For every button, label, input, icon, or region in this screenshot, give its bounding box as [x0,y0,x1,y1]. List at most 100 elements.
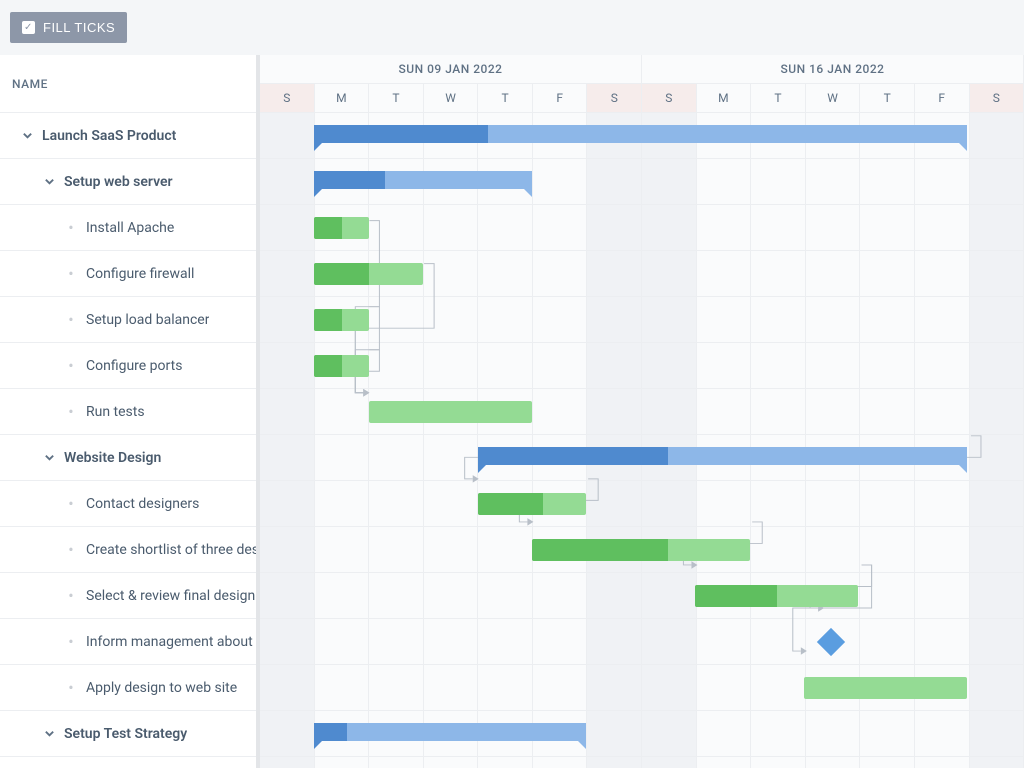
task-bar[interactable] [369,401,532,423]
task-label: Setup load balancer [86,312,209,328]
task-tree[interactable]: Launch SaaS Product Setup web server • Inst… [0,113,256,768]
check-icon: ✓ [22,21,35,34]
day-header-cell: W [424,84,479,113]
bullet-icon: • [62,404,80,420]
bullet-icon: • [62,680,80,696]
task-label: Setup Test Strategy [64,726,187,742]
progress-fill [695,585,777,607]
summary-bar[interactable] [478,447,968,465]
bullet-icon: • [62,496,80,512]
progress-fill [314,723,347,741]
week-header-cell: SUN 16 JAN 2022 [642,55,1024,84]
tree-row[interactable]: Setup web server [0,159,256,205]
tree-row[interactable]: •Select & review final design [0,573,256,619]
bullet-icon: • [62,634,80,650]
chevron-down-icon[interactable] [40,173,58,191]
task-label: Apply design to web site [86,680,237,696]
tree-row[interactable]: • Apply design to web site [0,665,256,711]
bar-row [260,251,1024,297]
task-label: Setup web server [64,174,173,190]
column-name-header: NAME [12,77,48,91]
fill-ticks-label: FILL TICKS [43,20,115,35]
task-label: Create shortlist of three designers [86,542,256,558]
day-header-cell: T [478,84,533,113]
progress-fill [478,447,668,465]
summary-bar[interactable] [314,171,532,189]
bar-row [260,205,1024,251]
bullet-icon: • [62,588,80,604]
summary-bar[interactable] [314,723,586,741]
day-header-cell: T [751,84,806,113]
progress-fill [314,263,368,285]
timeline-panel[interactable]: SUN 09 JAN 2022SUN 16 JAN 2022 SMTWTFSSM… [260,55,1024,768]
task-label: Configure firewall [86,266,194,282]
day-header-cell: S [970,84,1024,113]
tree-row[interactable]: • Configure ports [0,343,256,389]
progress-fill [314,171,385,189]
task-bar[interactable] [314,217,368,239]
bar-row [260,619,1024,665]
day-header-cell: M [697,84,752,113]
fill-ticks-button[interactable]: ✓ FILL TICKS [10,12,127,43]
bar-row [260,435,1024,481]
task-bar[interactable] [695,585,858,607]
day-header-cell: F [915,84,970,113]
task-label: Configure ports [86,358,182,374]
bullet-icon: • [62,358,80,374]
chevron-down-icon[interactable] [40,449,58,467]
task-label: Launch SaaS Product [42,128,176,144]
bar-row [260,297,1024,343]
bar-row [260,389,1024,435]
day-header-cell: S [260,84,315,113]
summary-bar[interactable] [314,125,967,143]
bar-row [260,527,1024,573]
progress-fill [532,539,668,561]
tree-row[interactable]: •Inform management about decision [0,619,256,665]
tree-row[interactable]: • Configure firewall [0,251,256,297]
tree-row[interactable]: •Hire QA staff [0,757,256,768]
progress-fill [314,309,341,331]
day-header-cell: T [369,84,424,113]
tree-row[interactable]: • Install Apache [0,205,256,251]
task-bar[interactable] [804,677,967,699]
day-header-cell: S [587,84,642,113]
bar-row [260,343,1024,389]
bullet-icon: • [62,266,80,282]
week-header-cell: SUN 09 JAN 2022 [260,55,642,84]
bullet-icon: • [62,220,80,236]
task-bar[interactable] [532,539,750,561]
task-bar[interactable] [314,309,368,331]
bar-row [260,481,1024,527]
chevron-down-icon[interactable] [40,725,58,743]
tree-row[interactable]: • Create shortlist of three designers [0,527,256,573]
task-label: Install Apache [86,220,174,236]
progress-fill [478,493,543,515]
tree-row[interactable]: • Run tests [0,389,256,435]
milestone-diamond[interactable] [817,628,845,656]
tree-row[interactable]: Website Design [0,435,256,481]
task-label: Website Design [64,450,161,466]
bar-row [260,757,1024,768]
tree-row[interactable]: Setup Test Strategy [0,711,256,757]
task-bar[interactable] [314,263,423,285]
tree-row[interactable]: • Contact designers [0,481,256,527]
day-header-cell: F [533,84,588,113]
chevron-down-icon[interactable] [18,127,36,145]
progress-fill [314,217,341,239]
day-header-cell: W [806,84,861,113]
bar-row [260,113,1024,159]
task-bar[interactable] [478,493,587,515]
bar-row [260,711,1024,757]
bar-row [260,159,1024,205]
task-label: Contact designers [86,496,199,512]
task-label: Run tests [86,404,145,420]
day-header-cell: M [315,84,370,113]
progress-fill [314,355,341,377]
bar-row [260,665,1024,711]
tree-row[interactable]: Launch SaaS Product [0,113,256,159]
progress-fill [314,125,488,143]
bar-row [260,573,1024,619]
bullet-icon: • [62,542,80,558]
tree-row[interactable]: •Setup load balancer [0,297,256,343]
task-bar[interactable] [314,355,368,377]
